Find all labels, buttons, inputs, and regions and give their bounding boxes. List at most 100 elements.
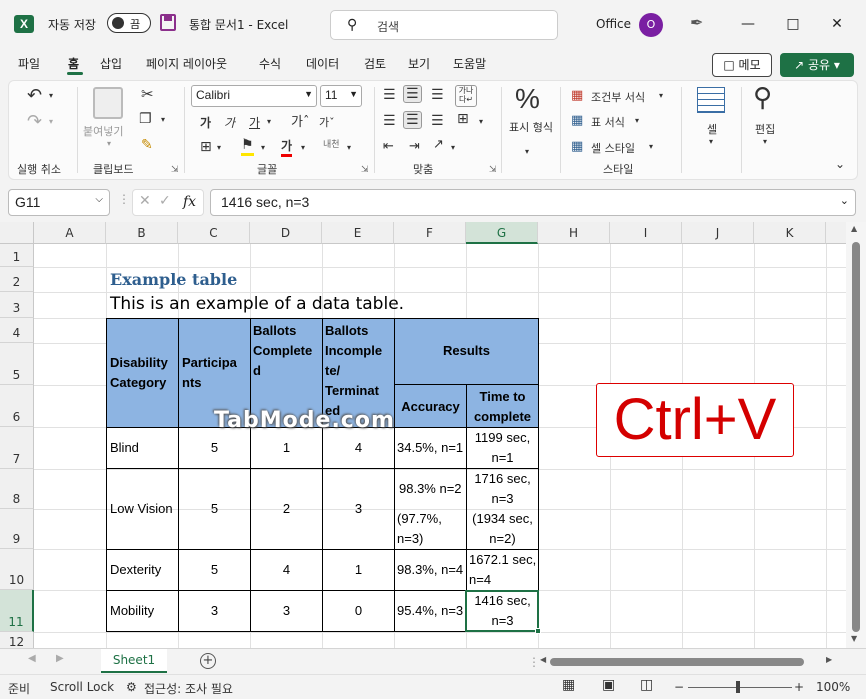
row-header[interactable]: 2 [0,267,34,292]
minimize-button[interactable]: — [733,10,763,38]
table-cell[interactable]: 98.3%, n=4 [394,549,467,591]
table-cell[interactable]: 1 [250,427,323,469]
redo-icon[interactable]: ↷ [27,111,42,132]
paste-icon[interactable] [93,87,123,119]
more-options-icon[interactable]: ⋮ [528,655,540,669]
table-cell[interactable]: 3 [178,590,251,632]
column-header-selected[interactable]: G [466,222,538,244]
column-header[interactable]: E [322,222,394,244]
table-header-cell[interactable]: Accuracy [394,384,467,428]
autosave-toggle[interactable]: 끔 [107,13,151,33]
column-header[interactable]: H [538,222,610,244]
cell-style-icon[interactable]: ▦ [571,139,583,154]
table-header-cell[interactable]: Time to complete [466,384,539,428]
font-color-icon[interactable]: 가 [281,137,293,157]
chevron-down-icon[interactable]: ▾ [301,143,305,152]
formula-input[interactable]: 1416 sec, n=3 ⌄ [210,189,856,216]
enter-icon[interactable]: ✓ [159,193,171,209]
table-cell[interactable]: 1672.1 sec, n=4 [466,549,539,591]
align-top-icon[interactable]: ☰ [383,87,396,103]
undo-icon[interactable]: ↶ [27,85,42,106]
table-cell[interactable]: 98.3% n=2 (97.7%, n=3) [394,468,467,550]
tab-home[interactable]: 홈 [68,55,79,72]
cancel-icon[interactable]: ✕ [139,193,151,209]
italic-button[interactable]: 가 [224,114,235,131]
row-header[interactable]: 7 [0,427,34,469]
chevron-down-icon[interactable]: ▾ [649,142,653,151]
column-header[interactable]: A [34,222,106,244]
column-header[interactable]: D [250,222,322,244]
row-header[interactable]: 5 [0,343,34,385]
tab-data[interactable]: 데이터 [306,55,339,72]
scroll-right-icon[interactable]: ▶ [826,655,832,664]
next-sheet-icon[interactable]: ▶ [56,653,64,664]
font-size-select[interactable]: 11 ▼ [320,85,362,107]
row-header[interactable]: 6 [0,385,34,427]
horizontal-scroll-thumb[interactable] [550,658,804,666]
table-cell[interactable]: 34.5%, n=1 [394,427,467,469]
add-sheet-icon[interactable]: + [200,653,216,669]
row-header[interactable]: 9 [0,509,34,549]
vertical-scrollbar[interactable]: ▲ ▼ [846,222,866,648]
chevron-down-icon[interactable]: ▾ [451,143,455,152]
column-header[interactable]: J [682,222,754,244]
memo-button[interactable]: □ 메모 [712,53,772,77]
tab-review[interactable]: 검토 [364,55,386,72]
table-cell[interactable]: 1 [322,549,395,591]
chevron-down-icon[interactable]: ▾ [709,137,713,146]
column-header[interactable]: I [610,222,682,244]
zoom-level[interactable]: 100% [816,680,850,694]
scroll-up-icon[interactable]: ▲ [851,224,857,233]
conditional-format-icon[interactable]: ▦ [571,88,583,103]
dialog-launcher-icon[interactable]: ⇲ [361,165,369,175]
sheet-tab-sheet1[interactable]: Sheet1 [101,649,167,673]
increase-font-icon[interactable]: 가ˆ [291,111,309,130]
normal-view-icon[interactable]: ▦ [562,677,575,693]
conditional-format-button[interactable]: 조건부 서식 [591,89,645,105]
maximize-button[interactable]: □ [778,10,808,38]
chevron-down-icon[interactable]: ▾ [347,143,351,152]
table-cell[interactable]: Low Vision [106,468,179,550]
dialog-launcher-icon[interactable]: ⇲ [489,165,497,175]
worksheet-grid[interactable]: A B C D E F G H I J K 1 2 3 4 5 6 7 8 9 … [0,222,866,648]
table-cell[interactable]: 5 [178,468,251,550]
scroll-down-icon[interactable]: ▼ [851,634,857,643]
text-orientation-icon[interactable]: ↗ [433,137,444,152]
table-cell[interactable]: 2 [250,468,323,550]
percent-icon[interactable]: % [515,83,540,115]
tab-insert[interactable]: 삽입 [100,55,122,72]
avatar[interactable]: O [639,13,663,37]
vertical-scroll-thumb[interactable] [852,242,860,632]
name-box[interactable]: G11 ⌵ [8,189,110,216]
chevron-down-icon[interactable]: ▾ [635,116,639,125]
align-bottom-icon[interactable]: ☰ [431,87,444,103]
number-format-button[interactable]: 표시 형식 [509,121,553,135]
chevron-down-icon[interactable]: ▾ [217,143,221,152]
select-all-corner[interactable] [0,222,34,244]
align-center-icon[interactable]: ☰ [403,111,422,129]
zoom-in-icon[interactable]: + [794,680,804,694]
row-header[interactable]: 3 [0,292,34,318]
cells-button[interactable]: 셀 [707,121,717,137]
dialog-launcher-icon[interactable]: ⇲ [171,165,179,175]
editing-button[interactable]: 편집 [755,121,775,137]
table-cell[interactable]: Dexterity [106,549,179,591]
table-cell[interactable]: 3 [322,468,395,550]
table-cell[interactable]: Blind [106,427,179,469]
chevron-down-icon[interactable]: ▾ [49,117,53,126]
cell-style-button[interactable]: 셀 스타일 [591,140,635,156]
table-header-cell[interactable]: Disability Category [106,318,179,428]
table-cell[interactable]: Mobility [106,590,179,632]
align-right-icon[interactable]: ☰ [431,113,444,129]
table-cell[interactable]: 4 [250,549,323,591]
table-format-icon[interactable]: ▦ [571,113,583,128]
increase-indent-icon[interactable]: ⇥ [409,139,420,154]
more-options-icon[interactable]: ⋮ [118,192,130,206]
table-cell[interactable]: 1716 sec, n=3 (1934 sec, n=2) [466,468,539,550]
zoom-out-icon[interactable]: − [674,680,684,694]
align-left-icon[interactable]: ☰ [383,113,396,129]
cut-icon[interactable]: ✂ [141,85,154,103]
column-header[interactable]: C [178,222,250,244]
page-break-view-icon[interactable]: ◫ [640,677,653,693]
insert-function-icon[interactable]: fx [183,194,196,210]
